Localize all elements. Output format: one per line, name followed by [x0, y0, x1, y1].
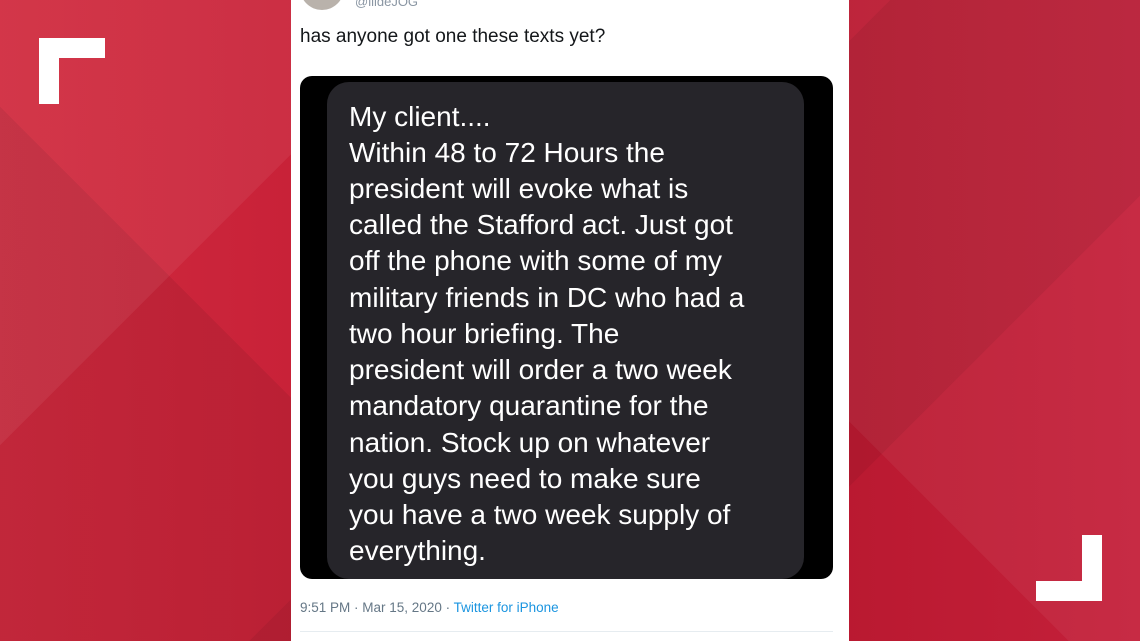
message-line: mandatory quarantine for the: [349, 390, 709, 421]
tweet-text: has anyone got one these texts yet?: [300, 26, 606, 47]
message-line: military friends in DC who had a: [349, 282, 745, 313]
message-line: My client....: [349, 101, 491, 132]
text-message-bubble: My client.... Within 48 to 72 Hours the …: [327, 82, 804, 579]
message-line: president will evoke what is: [349, 173, 689, 204]
message-line: everything.: [349, 535, 486, 566]
tweet-image[interactable]: My client.... Within 48 to 72 Hours the …: [300, 76, 833, 579]
tweet-metadata: 9:51 PM · Mar 15, 2020 · Twitter for iPh…: [300, 600, 559, 615]
message-line: nation. Stock up on whatever: [349, 427, 711, 458]
message-line: president will order a two week: [349, 354, 732, 385]
tweet-card: @lildeJOG has anyone got one these texts…: [291, 0, 849, 641]
divider: [300, 631, 833, 632]
tweet-time[interactable]: 9:51 PM: [300, 600, 350, 615]
frame-corner-top-left: [39, 38, 105, 104]
message-line: you have a two week supply of: [349, 499, 731, 530]
avatar[interactable]: [300, 0, 344, 10]
frame-corner-bottom-right: [1036, 535, 1102, 601]
message-line: called the Stafford act. Just got: [349, 209, 733, 240]
meta-separator: ·: [441, 600, 454, 615]
user-handle[interactable]: @lildeJOG: [355, 0, 418, 9]
meta-separator: ·: [350, 600, 363, 615]
message-line: off the phone with some of my: [349, 245, 723, 276]
tweet-source-link[interactable]: Twitter for iPhone: [454, 600, 559, 615]
message-line: Within 48 to 72 Hours the: [349, 137, 665, 168]
message-line: you guys need to make sure: [349, 463, 701, 494]
message-line: two hour briefing. The: [349, 318, 620, 349]
tweet-date[interactable]: Mar 15, 2020: [362, 600, 442, 615]
